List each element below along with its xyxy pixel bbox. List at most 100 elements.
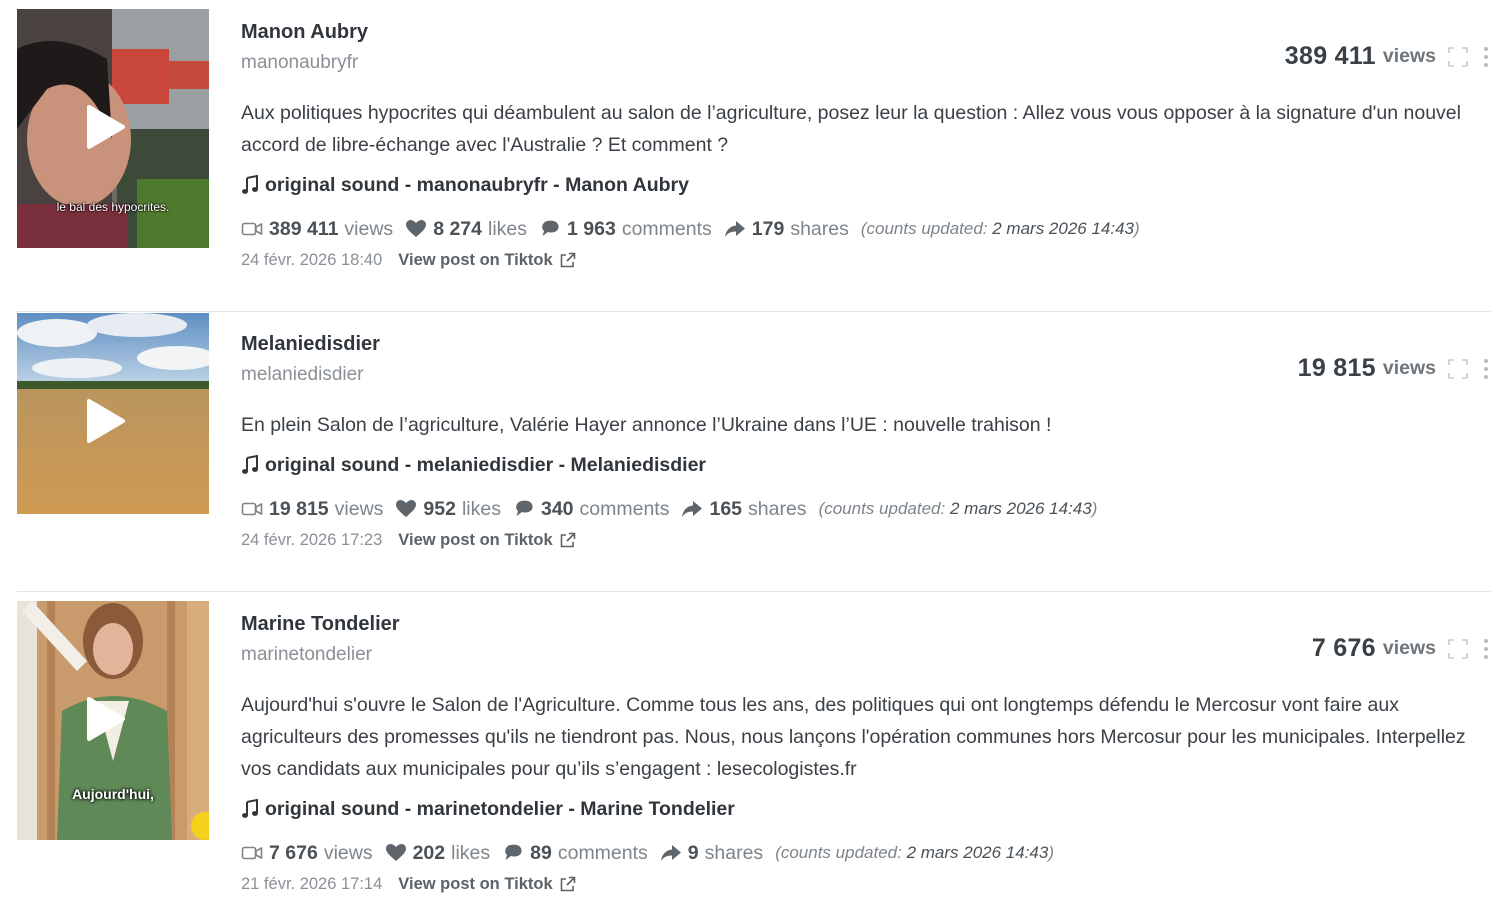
- counts-updated-close: ): [1134, 219, 1140, 238]
- likes-stat: 8 274 likes: [405, 216, 527, 242]
- counts-updated-label: (counts updated:: [818, 499, 950, 518]
- view-post-link[interactable]: View post on Tiktok: [398, 248, 575, 272]
- views-summary-label: views: [1382, 637, 1436, 659]
- view-post-label: View post on Tiktok: [398, 251, 553, 269]
- play-icon[interactable]: [83, 397, 127, 445]
- sound-link[interactable]: original sound - manonaubryfr - Manon Au…: [241, 172, 1470, 198]
- sound-link[interactable]: original sound - melaniedisdier - Melani…: [241, 452, 1470, 478]
- likes-count: 952: [423, 498, 456, 520]
- shares-stat: 179 shares: [724, 216, 849, 242]
- play-icon[interactable]: [83, 695, 127, 743]
- author-name[interactable]: Manon Aubry: [241, 18, 368, 46]
- video-thumbnail[interactable]: le bal des hypocrites.: [17, 9, 209, 248]
- heart-icon: [396, 500, 417, 517]
- post-footer: 24 févr. 2026 17:23 View post on Tiktok: [241, 528, 1470, 552]
- video-camera-icon: [241, 502, 263, 516]
- counts-updated-close: ): [1048, 843, 1054, 862]
- views-count: 389 411: [269, 218, 339, 240]
- external-link-icon: [560, 532, 575, 547]
- comments-label: comments: [557, 842, 648, 864]
- expand-icon[interactable]: [1448, 638, 1468, 659]
- video-thumbnail[interactable]: [17, 313, 209, 514]
- comments-label: comments: [579, 498, 670, 520]
- share-arrow-icon: [660, 845, 681, 861]
- likes-count: 202: [412, 842, 446, 864]
- comments-count: 340: [540, 498, 574, 520]
- views-summary-count: 389 411: [1284, 42, 1376, 70]
- post-card: Aujourd'hui, Marine Tondelier marinetond…: [0, 592, 1510, 914]
- post-footer: 21 févr. 2026 17:14 View post on Tiktok: [241, 872, 1470, 896]
- author-name[interactable]: Melaniedisdier: [241, 330, 380, 358]
- post-text: Aux politiques hypocrites qui déambulent…: [241, 102, 1461, 156]
- likes-stat: 952 likes: [395, 496, 501, 522]
- video-camera-icon: [241, 846, 263, 860]
- counts-updated: (counts updated: 2 mars 2026 14:43): [775, 840, 1054, 866]
- counts-updated-close: ): [1091, 499, 1098, 518]
- views-summary: 389 411 views: [1285, 42, 1490, 71]
- post-footer: 24 févr. 2026 18:40 View post on Tiktok: [241, 248, 1470, 272]
- shares-label: shares: [704, 842, 764, 864]
- author-name[interactable]: Marine Tondelier: [241, 610, 400, 638]
- post-stats: 389 411 views 8 274 likes 1 963 comments…: [241, 216, 1470, 242]
- shares-stat: 165 shares: [681, 496, 807, 522]
- views-summary-count: 7 676: [1311, 634, 1376, 662]
- comments-stat: 340 comments: [513, 496, 670, 522]
- post-content: Marine Tondelier marinetondelier Aujourd…: [241, 610, 1470, 896]
- shares-count: 179: [751, 218, 785, 240]
- author-handle: marinetondelier: [241, 644, 372, 665]
- counts-updated-date: 2 mars 2026 14:43: [949, 499, 1092, 518]
- shares-label: shares: [790, 218, 849, 240]
- shares-label: shares: [748, 498, 807, 520]
- view-post-link[interactable]: View post on Tiktok: [398, 528, 575, 552]
- video-camera-icon: [241, 222, 263, 236]
- comment-bubble-icon: [505, 844, 522, 860]
- counts-updated: (counts updated: 2 mars 2026 14:43): [819, 496, 1098, 522]
- view-post-label: View post on Tiktok: [398, 875, 553, 893]
- counts-updated: (counts updated: 2 mars 2026 14:43): [861, 216, 1140, 242]
- sound-label: original sound - manonaubryfr - Manon Au…: [265, 174, 689, 196]
- external-link-icon: [560, 876, 575, 891]
- kebab-menu-icon[interactable]: [1482, 638, 1490, 660]
- views-summary: 7 676 views: [1312, 634, 1490, 663]
- post-text: Aujourd'hui s'ouvre le Salon de l'Agricu…: [241, 694, 1466, 780]
- play-icon[interactable]: [83, 103, 127, 151]
- views-label: views: [323, 842, 373, 864]
- view-post-link[interactable]: View post on Tiktok: [398, 872, 575, 896]
- shares-count: 165: [709, 498, 743, 520]
- views-label: views: [344, 218, 394, 240]
- comments-stat: 89 comments: [502, 840, 648, 866]
- post-date: 24 févr. 2026 17:23: [241, 531, 383, 549]
- post-date: 21 févr. 2026 17:14: [241, 875, 383, 893]
- sound-label: original sound - melaniedisdier - Melani…: [265, 454, 707, 476]
- comments-label: comments: [621, 218, 712, 240]
- view-post-label: View post on Tiktok: [398, 531, 553, 549]
- external-link-icon: [560, 252, 575, 267]
- views-label: views: [334, 498, 384, 520]
- kebab-menu-icon[interactable]: [1482, 46, 1490, 68]
- comment-bubble-icon: [516, 500, 533, 516]
- thumbnail-caption: le bal des hypocrites.: [56, 200, 170, 214]
- likes-stat: 202 likes: [385, 840, 490, 866]
- music-note-icon: [242, 799, 258, 818]
- comments-count: 89: [530, 842, 552, 864]
- views-summary: 19 815 views: [1298, 354, 1490, 383]
- post-date: 24 févr. 2026 18:40: [241, 251, 383, 269]
- post-stats: 19 815 views 952 likes 340 comments 165 …: [241, 496, 1470, 522]
- kebab-menu-icon[interactable]: [1482, 358, 1490, 380]
- expand-icon[interactable]: [1448, 46, 1468, 67]
- video-thumbnail[interactable]: Aujourd'hui,: [17, 601, 209, 840]
- share-arrow-icon: [724, 221, 745, 237]
- post-card: Melaniedisdier melaniedisdier En plein S…: [0, 312, 1510, 591]
- likes-label: likes: [488, 218, 528, 240]
- views-count: 7 676: [269, 842, 318, 864]
- expand-icon[interactable]: [1448, 358, 1468, 379]
- comments-count: 1 963: [567, 218, 616, 240]
- views-summary-count: 19 815: [1297, 354, 1376, 382]
- counts-updated-label: (counts updated:: [775, 843, 907, 862]
- author-handle: melaniedisdier: [241, 364, 364, 385]
- likes-label: likes: [461, 498, 501, 520]
- heart-icon: [406, 220, 427, 237]
- counts-updated-date: 2 mars 2026 14:43: [992, 219, 1134, 238]
- views-summary-label: views: [1382, 357, 1436, 379]
- sound-link[interactable]: original sound - marinetondelier - Marin…: [241, 796, 1470, 822]
